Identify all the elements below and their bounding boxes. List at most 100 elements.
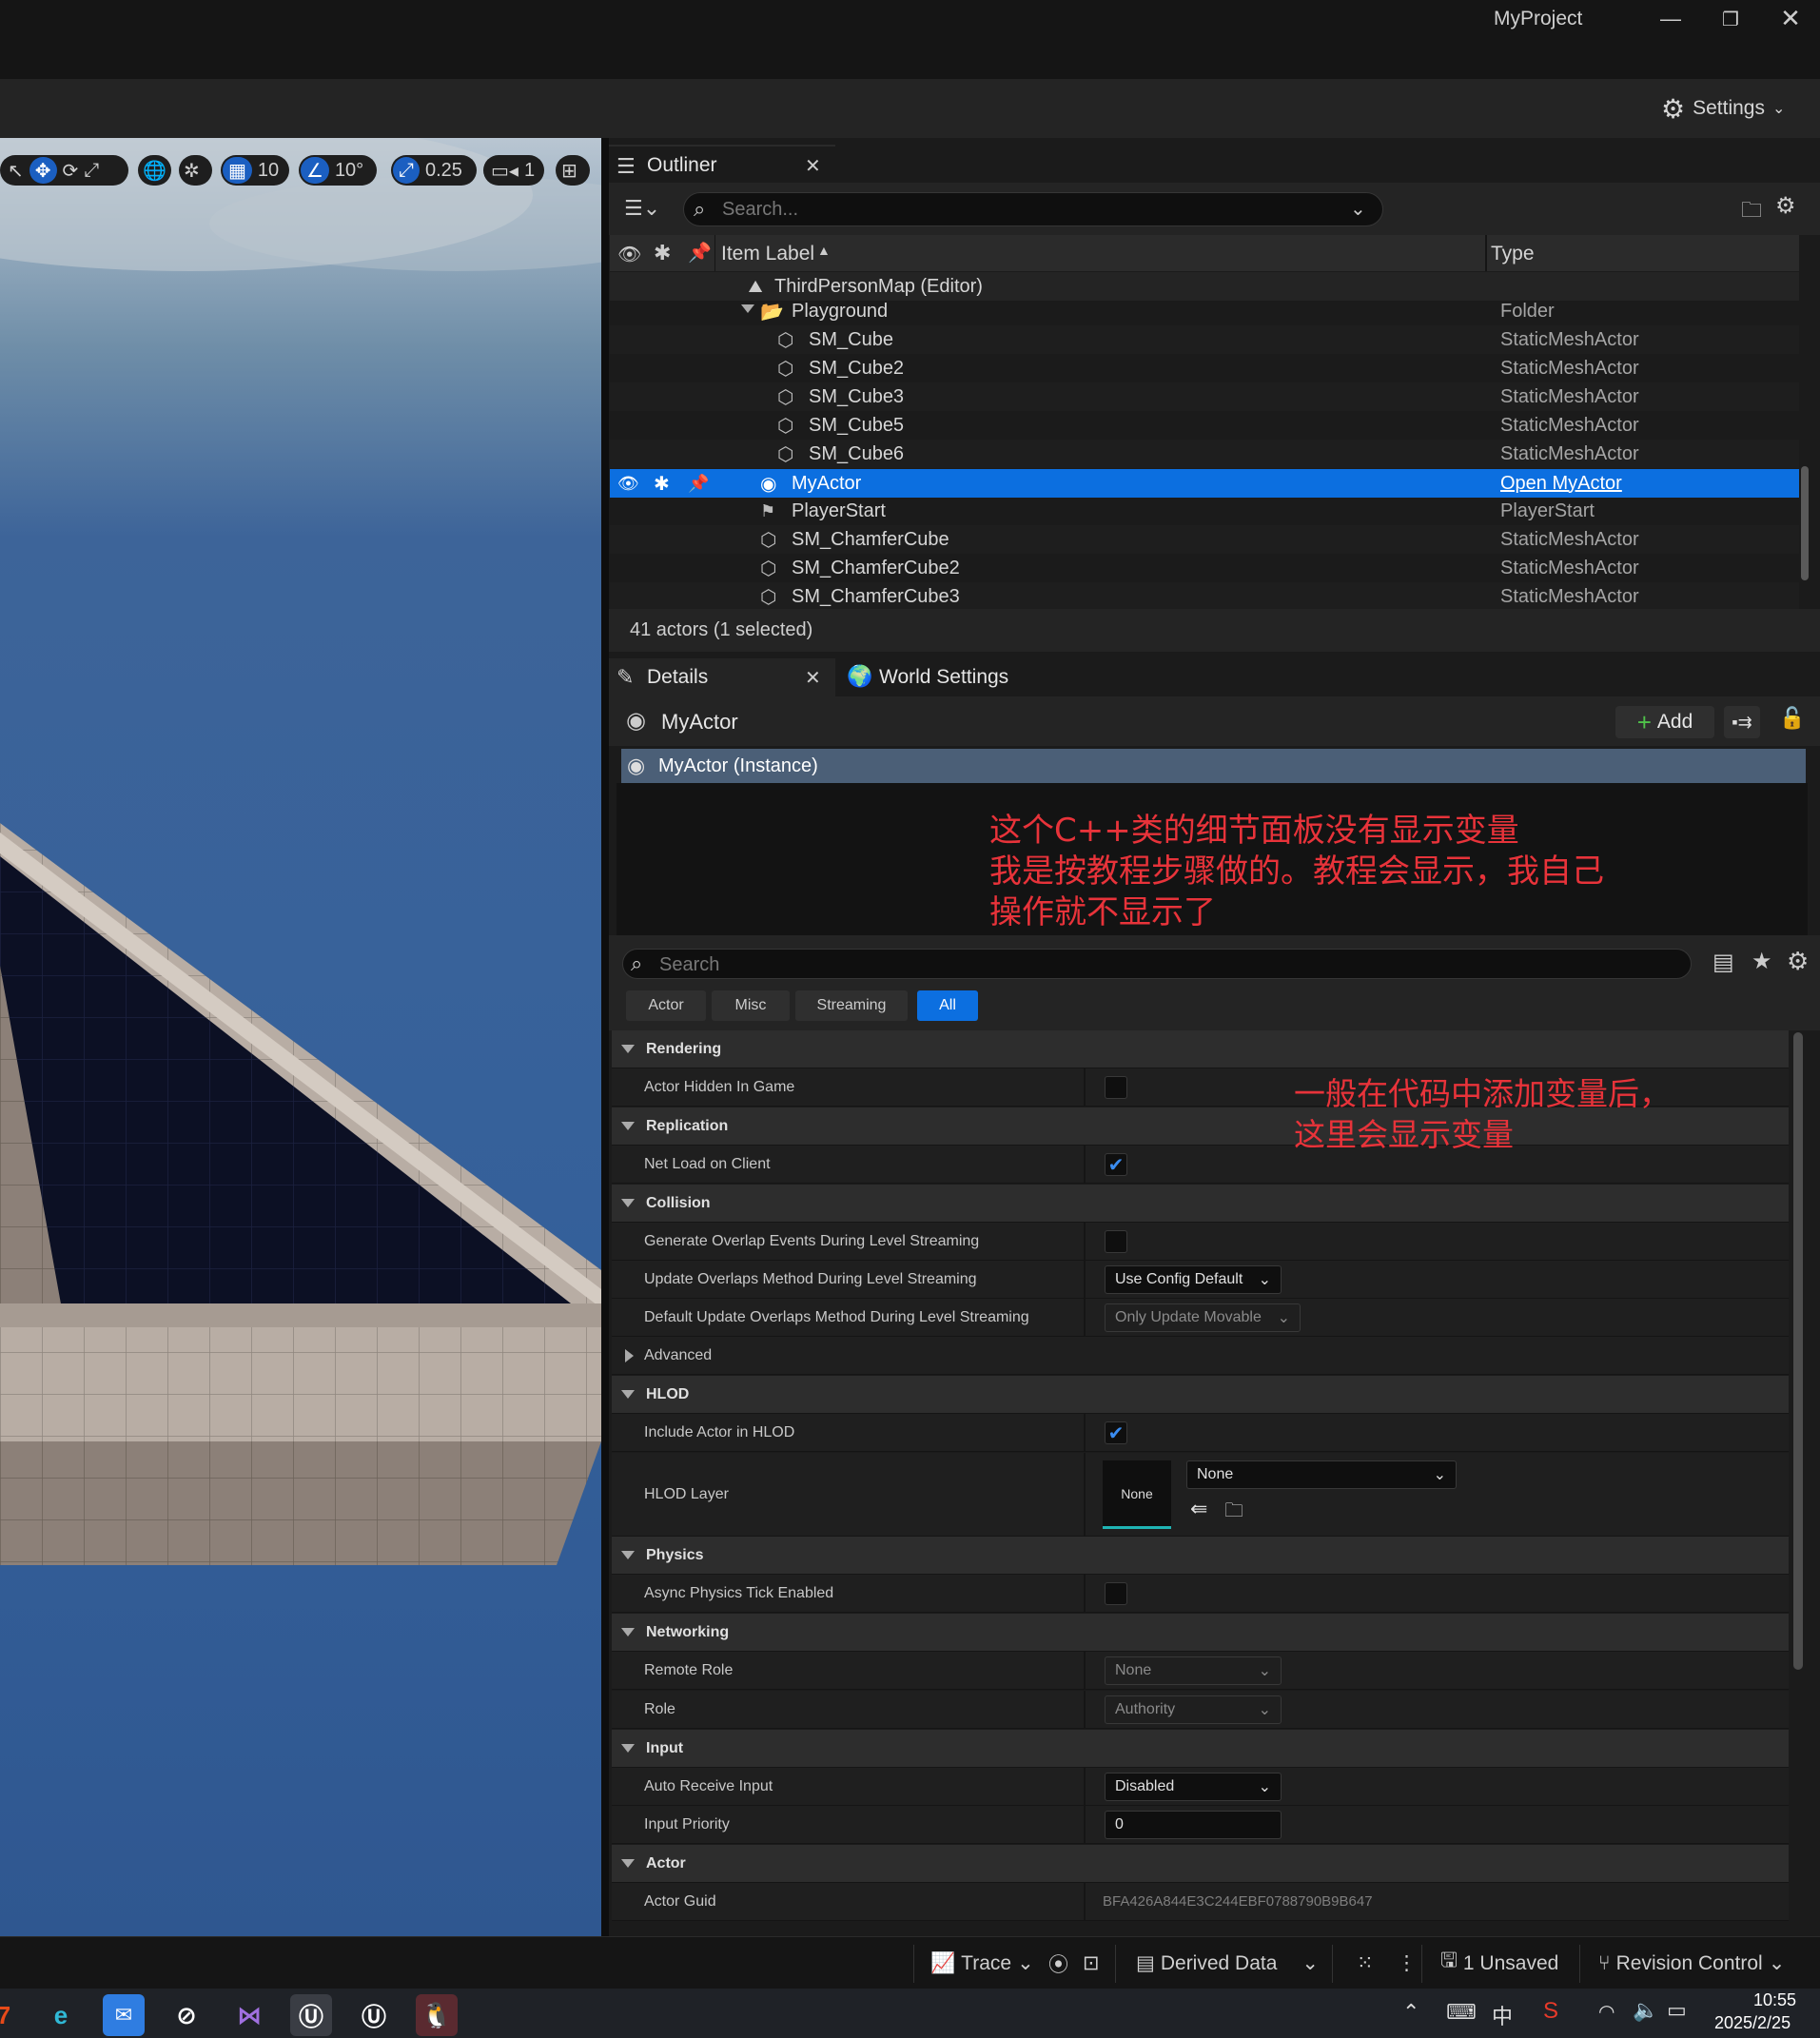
filter-streaming[interactable]: Streaming: [795, 990, 908, 1021]
hlod-layer-thumbnail[interactable]: None: [1103, 1460, 1171, 1529]
tree-row[interactable]: ⬡ SM_Cube2 StaticMeshActor: [610, 354, 1799, 382]
pin-icon[interactable]: 📌: [688, 474, 709, 494]
col-item-label[interactable]: Item Label: [721, 243, 814, 265]
star-icon[interactable]: ✱: [654, 241, 671, 265]
component-instance-row[interactable]: ◉ MyActor (Instance): [621, 749, 1806, 783]
minimize-icon[interactable]: —: [1655, 6, 1686, 32]
tree-row[interactable]: ⬡ SM_Cube5 StaticMeshActor: [610, 411, 1799, 440]
gen-overlap-checkbox[interactable]: [1105, 1230, 1127, 1253]
mail-icon[interactable]: ✉: [103, 1994, 145, 2036]
pin-icon[interactable]: 📌: [688, 241, 712, 265]
qq-icon[interactable]: 🐧: [416, 1994, 458, 2036]
category-input[interactable]: Input: [612, 1730, 1789, 1768]
select-icon[interactable]: ↖: [8, 159, 24, 183]
hlod-layer-combo[interactable]: None ⌄: [1186, 1460, 1457, 1489]
rotation-snap-button[interactable]: ∠ 10°: [299, 155, 377, 186]
tree-row-selected[interactable]: 👁 ✱ 📌 ◉ MyActor Open MyActor: [610, 469, 1799, 498]
scale-snap-button[interactable]: ⤢ 0.25: [391, 155, 477, 186]
snapshot-icon[interactable]: ⊡: [1083, 1937, 1100, 1989]
settings-gear-icon[interactable]: ⚙: [1775, 192, 1796, 220]
auto-receive-combo[interactable]: Disabled ⌄: [1105, 1773, 1282, 1801]
activity-icon[interactable]: ⁙: [1357, 1937, 1374, 1989]
advanced-row[interactable]: Advanced: [612, 1337, 1789, 1375]
tree-row[interactable]: ⬡ SM_Cube3 StaticMeshActor: [610, 382, 1799, 411]
add-component-button[interactable]: + Add: [1615, 706, 1714, 738]
world-space-button[interactable]: 🌐: [138, 155, 171, 186]
filter-actor[interactable]: Actor: [626, 990, 706, 1021]
lock-icon[interactable]: 🔓: [1779, 706, 1805, 731]
category-networking[interactable]: Networking: [612, 1614, 1789, 1652]
grid-snap-button[interactable]: ▦ 10: [221, 155, 289, 186]
visibility-icon[interactable]: 👁: [617, 474, 639, 494]
tab-details[interactable]: ✎ Details ✕: [609, 658, 835, 696]
record-icon[interactable]: ⦿: [1048, 1937, 1068, 1989]
filter-all[interactable]: All: [917, 990, 978, 1021]
layout-button[interactable]: ⊞: [556, 155, 590, 186]
close-tab-icon[interactable]: ✕: [805, 154, 821, 178]
search-dropdown-icon[interactable]: ⌄: [1350, 197, 1366, 221]
clock-date[interactable]: 2025/2/25: [1714, 2013, 1791, 2033]
input-priority-field[interactable]: 0: [1105, 1811, 1282, 1839]
net-load-checkbox[interactable]: ✔: [1105, 1153, 1127, 1176]
tree-row[interactable]: ⬡ SM_Cube StaticMeshActor: [610, 325, 1799, 354]
sogou-icon[interactable]: S: [1543, 1998, 1558, 2025]
unsaved-button[interactable]: 🖫 1 Unsaved: [1440, 1937, 1558, 1989]
category-physics[interactable]: Physics: [612, 1537, 1789, 1575]
derived-data-button[interactable]: ▤ Derived Data ⌄: [1136, 1937, 1319, 1989]
blueprint-button[interactable]: ▪⇉: [1724, 706, 1760, 738]
surface-snap-button[interactable]: ✲: [179, 155, 212, 186]
tab-outliner[interactable]: ☰ Outliner ✕: [609, 145, 835, 183]
transform-tools[interactable]: ↖ ✥ ⟳ ⤢: [0, 155, 128, 186]
battery-icon[interactable]: ▭: [1667, 1998, 1687, 2023]
expand-arrow-icon[interactable]: [741, 304, 754, 313]
more-options-icon[interactable]: ⋮: [1397, 1937, 1417, 1989]
new-folder-icon[interactable]: 🗀: [1741, 194, 1762, 230]
filter-misc[interactable]: Misc: [712, 990, 790, 1021]
update-overlap-combo[interactable]: Use Config Default ⌄: [1105, 1265, 1282, 1294]
browse-icon[interactable]: 🗀: [1224, 1497, 1243, 1529]
splitter[interactable]: [601, 138, 609, 1936]
chevron-up-icon[interactable]: ⌃: [1402, 2000, 1419, 2025]
level-viewport[interactable]: ↖ ✥ ⟳ ⤢ 🌐 ✲ ▦ 10 ∠ 10° ⤢ 0.25 ▭◂ 1 ⊞: [0, 138, 601, 1936]
close-icon[interactable]: ✕: [1775, 4, 1806, 32]
tree-row[interactable]: ⚑ PlayerStart PlayerStart: [610, 497, 1799, 525]
trace-button[interactable]: 📈 Trace ⌄: [930, 1937, 1034, 1989]
settings-button[interactable]: ⚙ Settings ⌄: [1661, 92, 1785, 125]
tree-row[interactable]: 📂 Playground Folder: [610, 297, 1799, 325]
ime-indicator[interactable]: 中: [1492, 2000, 1513, 2030]
outliner-search-input[interactable]: ⌕ Search... ⌄: [683, 192, 1383, 226]
actor-hidden-checkbox[interactable]: [1105, 1076, 1127, 1099]
star-icon[interactable]: ✱: [654, 472, 670, 496]
edge-icon[interactable]: e: [40, 1994, 82, 2036]
scale-icon[interactable]: ⤢: [84, 160, 99, 182]
unreal-engine-icon[interactable]: Ⓤ: [353, 1994, 395, 2036]
tree-row[interactable]: ⬡ SM_Cube6 StaticMeshActor: [610, 440, 1799, 468]
taskbar-app-icon[interactable]: 7: [0, 1994, 25, 2036]
category-actor[interactable]: Actor: [612, 1845, 1789, 1883]
open-myactor-link[interactable]: Open MyActor: [1500, 473, 1622, 495]
favorite-star-icon[interactable]: ★: [1752, 948, 1772, 975]
tree-row[interactable]: ⬡ SM_ChamferCube2 StaticMeshActor: [610, 554, 1799, 582]
settings-gear-icon[interactable]: ⚙: [1787, 947, 1809, 976]
visual-studio-icon[interactable]: ⋈: [228, 1994, 270, 2036]
category-hlod[interactable]: HLOD: [612, 1376, 1789, 1414]
tab-world-settings[interactable]: 🌍 World Settings: [839, 658, 1077, 696]
volume-icon[interactable]: 🔈: [1633, 1998, 1658, 2023]
tool-icon[interactable]: ⊘: [166, 1994, 207, 2036]
camera-speed-button[interactable]: ▭◂ 1: [483, 155, 544, 186]
filter-icon[interactable]: ☰⌄: [624, 196, 660, 221]
outliner-scrollbar[interactable]: [1801, 466, 1809, 580]
category-rendering[interactable]: Rendering: [612, 1030, 1789, 1068]
tree-row[interactable]: ⬡ SM_ChamferCube3 StaticMeshActor: [610, 582, 1799, 611]
revision-control-button[interactable]: ⑂ Revision Control ⌄: [1598, 1937, 1785, 1989]
wifi-icon[interactable]: ◠: [1598, 2000, 1615, 2024]
close-tab-icon[interactable]: ✕: [805, 666, 821, 690]
category-collision[interactable]: Collision: [612, 1185, 1789, 1223]
move-icon[interactable]: ✥: [29, 157, 57, 184]
async-physics-checkbox[interactable]: [1105, 1582, 1127, 1605]
col-type[interactable]: Type: [1491, 243, 1535, 265]
clock-time[interactable]: 10:55: [1753, 1990, 1796, 2010]
table-view-icon[interactable]: ▤: [1712, 949, 1734, 976]
unreal-engine-icon[interactable]: Ⓤ: [290, 1994, 332, 2036]
include-hlod-checkbox[interactable]: ✔: [1105, 1421, 1127, 1444]
